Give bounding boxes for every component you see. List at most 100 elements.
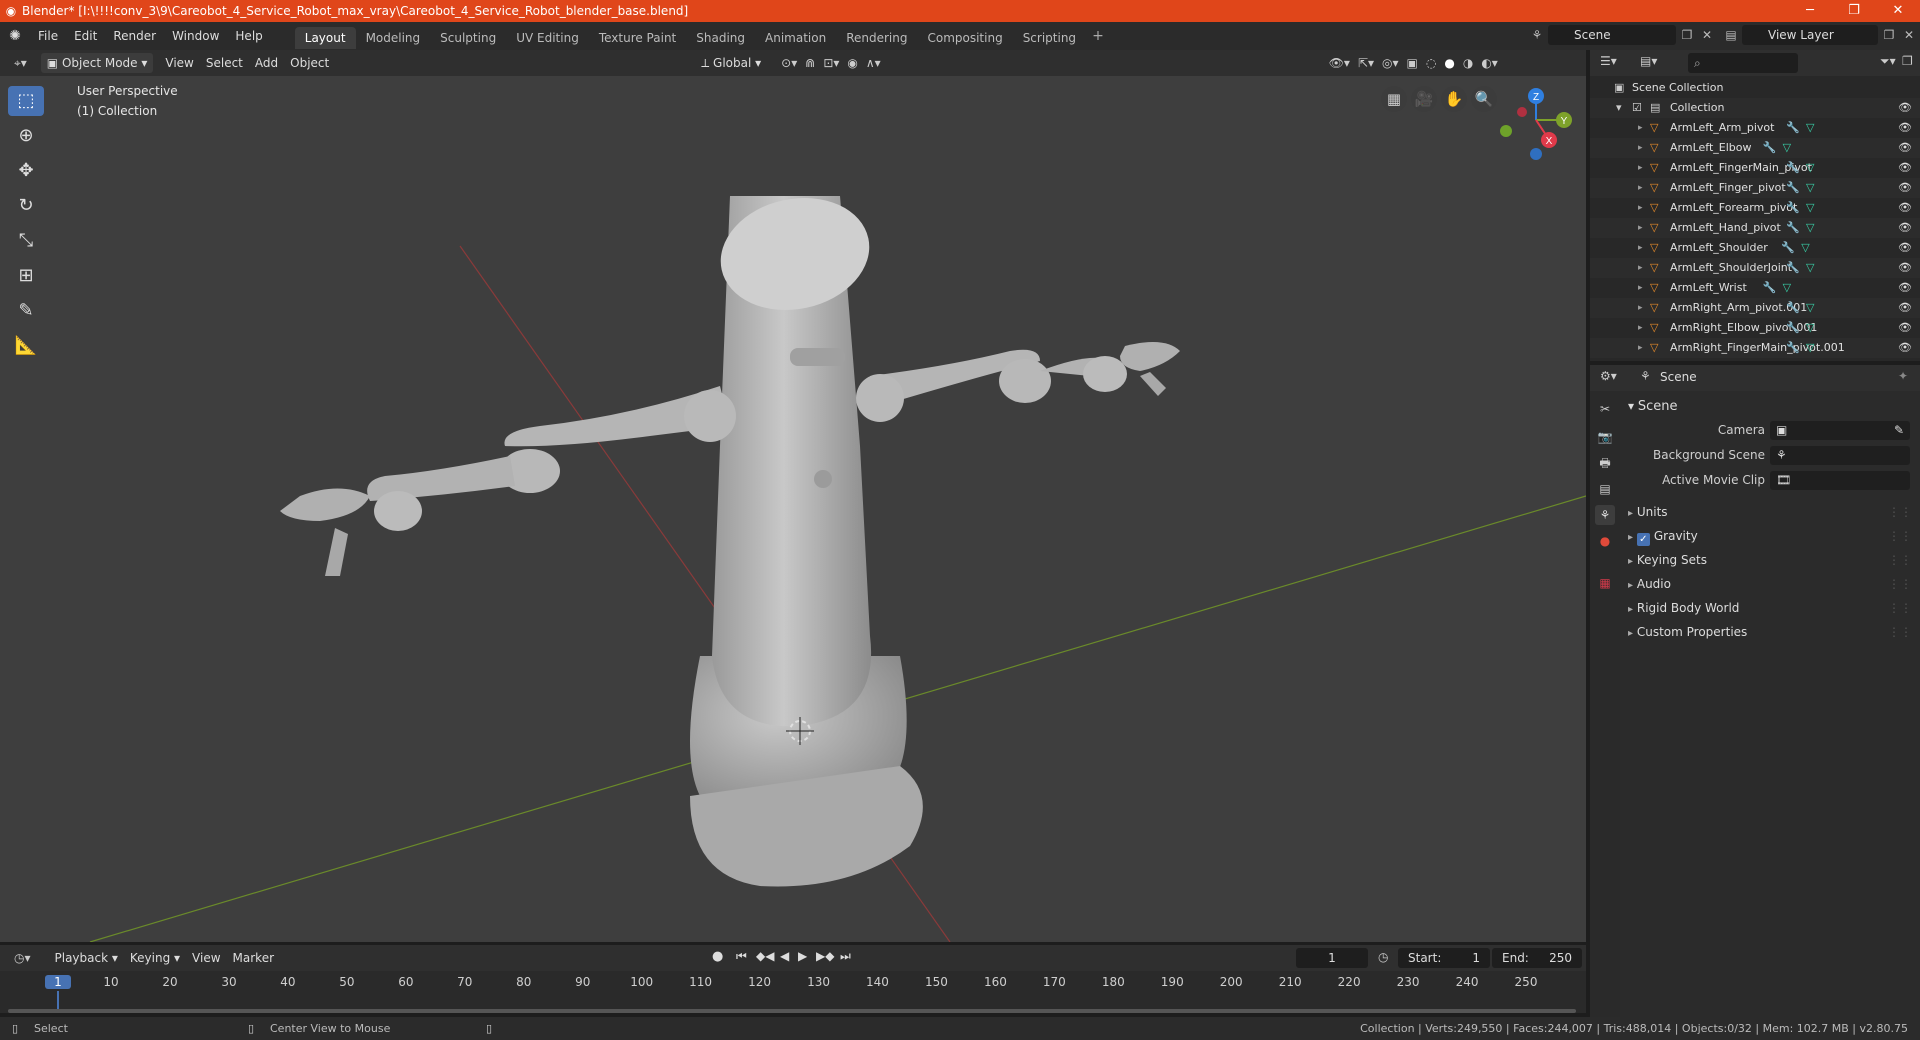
rotate-tool-icon[interactable]: ↻	[8, 191, 44, 221]
end-frame-field[interactable]: End: 250	[1492, 948, 1582, 968]
start-frame-field[interactable]: Start: 1	[1398, 948, 1490, 968]
mesh-data-icon[interactable]: ▽	[1806, 118, 1814, 138]
panel-expand-icon[interactable]: ▸	[1628, 604, 1633, 615]
panel-expand-icon[interactable]: ▸	[1628, 628, 1633, 639]
gizmo-neg-x-axis[interactable]	[1517, 107, 1527, 117]
visibility-eye-icon[interactable]: 👁	[1898, 98, 1912, 118]
expand-arrow-icon[interactable]: ▸	[1638, 118, 1643, 138]
modifier-icon[interactable]: 🔧	[1786, 318, 1800, 338]
viewport-menu-select[interactable]: Select	[200, 53, 249, 73]
viewport-menu-view[interactable]: View	[159, 53, 199, 73]
panel-expand-icon[interactable]: ▸	[1628, 556, 1633, 567]
preview-range-icon[interactable]: ◷	[1378, 950, 1388, 964]
visibility-eye-icon[interactable]: 👁	[1898, 158, 1912, 178]
expand-arrow-icon[interactable]: ▸	[1638, 238, 1643, 258]
visibility-eye-icon[interactable]: 👁	[1898, 178, 1912, 198]
visibility-eye-icon[interactable]: 👁	[1898, 258, 1912, 278]
timeline-area[interactable]: 1 10 20 30 40 50 60 70 80 90 100 110 120 130 140 150 160…	[0, 971, 1586, 1013]
select-box-tool-icon[interactable]: ⬚	[8, 86, 44, 116]
mesh-data-icon[interactable]: ▽	[1806, 258, 1814, 278]
xray-icon[interactable]: ▣	[1403, 56, 1422, 70]
visibility-eye-icon[interactable]: 👁	[1898, 338, 1912, 358]
outliner-object-row[interactable]: ▸ ▽ ArmLeft_Arm_pivot 👁 🔧 ▽	[1590, 118, 1920, 138]
outliner-object-row[interactable]: ▸ ▽ ArmLeft_Finger_pivot 👁 🔧 ▽	[1590, 178, 1920, 198]
menu-edit[interactable]: Edit	[66, 22, 105, 50]
outliner-object-row[interactable]: ▸ ▽ ArmLeft_Hand_pivot 👁 🔧 ▽	[1590, 218, 1920, 238]
outliner-object-row[interactable]: ▸ ▽ ArmLeft_Forearm_pivot 👁 🔧 ▽	[1590, 198, 1920, 218]
tab-modeling[interactable]: Modeling	[356, 27, 431, 49]
modifier-icon[interactable]: 🔧	[1786, 258, 1800, 278]
jump-start-icon[interactable]: ⏮	[736, 949, 747, 964]
timeline-editor-type-icon[interactable]: ◷▾	[10, 951, 35, 965]
camera-field[interactable]: ▣ ✎	[1770, 421, 1910, 440]
gravity-checkbox[interactable]: ✓	[1636, 533, 1650, 546]
collection-checkbox[interactable]: ☑	[1632, 98, 1642, 118]
tab-texture-paint[interactable]: Texture Paint	[589, 27, 686, 49]
world-tab-icon[interactable]: ●	[1595, 531, 1615, 551]
toggle-view-grid-icon[interactable]: ▦	[1381, 86, 1407, 112]
falloff-icon[interactable]: ∧▾	[862, 56, 885, 70]
expand-arrow-icon[interactable]: ▸	[1638, 138, 1643, 158]
active-movie-clip-field[interactable]: 🎞	[1770, 471, 1910, 490]
next-keyframe-icon[interactable]: ▶◆	[816, 949, 834, 963]
annotate-tool-icon[interactable]: ✎	[8, 296, 44, 326]
tab-scripting[interactable]: Scripting	[1013, 27, 1086, 49]
tab-uv-editing[interactable]: UV Editing	[506, 27, 589, 49]
menu-render[interactable]: Render	[105, 22, 164, 50]
panel-custom-properties[interactable]: ▸ Custom Properties ⋮⋮	[1620, 621, 1920, 643]
proportional-editing-icon[interactable]: ◉	[843, 56, 861, 70]
wireframe-shading-icon[interactable]: ◌	[1422, 56, 1440, 70]
filter-icon[interactable]: ⏷▾	[1880, 54, 1896, 69]
play-icon[interactable]: ▶	[798, 949, 807, 963]
pivot-point-icon[interactable]: ⊙▾	[777, 56, 801, 70]
outliner-object-row[interactable]: ▸ ▽ ArmRight_Arm_pivot.001 👁 🔧 ▽	[1590, 298, 1920, 318]
tab-layout[interactable]: Layout	[294, 26, 356, 49]
outliner-search-input[interactable]: ⌕	[1688, 53, 1798, 73]
robot-model[interactable]	[280, 185, 1180, 887]
scene-selector[interactable]: Scene	[1548, 25, 1676, 45]
rendered-shading-icon[interactable]: ◐▾	[1477, 56, 1502, 70]
mesh-data-icon[interactable]: ▽	[1806, 198, 1814, 218]
prev-keyframe-icon[interactable]: ◆◀	[756, 949, 774, 963]
outliner-panel[interactable]: ▣ Scene Collection ▾ ☑ ▤ Collection 👁 ▸ ▽…	[1590, 76, 1920, 361]
play-reverse-icon[interactable]: ◀	[780, 949, 789, 963]
viewport-menu-object[interactable]: Object	[284, 53, 335, 73]
modifier-icon[interactable]: 🔧	[1763, 138, 1777, 158]
visibility-eye-icon[interactable]: 👁	[1898, 138, 1912, 158]
timeline-menu-marker[interactable]: Marker	[227, 948, 280, 968]
mesh-data-icon[interactable]: ▽	[1806, 178, 1814, 198]
3d-viewport[interactable]: Z Y X User Perspective (1) Collection ⬚ …	[0, 76, 1586, 942]
camera-view-icon[interactable]: 🎥	[1411, 86, 1437, 112]
mesh-data-icon[interactable]: ▽	[1783, 278, 1791, 298]
display-mode-icon[interactable]: ▤▾	[1640, 54, 1657, 68]
drag-handle-icon[interactable]: ⋮⋮	[1888, 597, 1912, 619]
timeline-scrollbar[interactable]	[8, 1009, 1576, 1013]
modifier-icon[interactable]: 🔧	[1781, 238, 1795, 258]
view-layer-tab-icon[interactable]: ▤	[1595, 479, 1615, 499]
expand-arrow-icon[interactable]: ▸	[1638, 218, 1643, 238]
pan-view-icon[interactable]: ✋	[1441, 86, 1467, 112]
blender-menu-icon[interactable]: ✺	[0, 28, 30, 44]
visibility-eye-icon[interactable]: 👁	[1898, 118, 1912, 138]
visibility-eye-icon[interactable]: 👁	[1898, 238, 1912, 258]
move-tool-icon[interactable]: ✥	[8, 156, 44, 186]
mesh-data-icon[interactable]: ▽	[1806, 158, 1814, 178]
scene-tab-icon[interactable]: ⚘	[1595, 505, 1615, 525]
expand-arrow-icon[interactable]: ▸	[1638, 178, 1643, 198]
drag-handle-icon[interactable]: ⋮⋮	[1888, 525, 1912, 547]
timeline-menu-view[interactable]: View	[186, 948, 226, 968]
outliner-object-row[interactable]: ▸ ▽ ArmRight_FingerMain_pivot.001 👁 🔧 ▽	[1590, 338, 1920, 358]
outliner-object-row[interactable]: ▸ ▽ ArmLeft_Shoulder 👁 🔧 ▽	[1590, 238, 1920, 258]
snap-icon[interactable]: ⋒	[801, 56, 819, 70]
mesh-data-icon[interactable]: ▽	[1806, 218, 1814, 238]
output-tab-icon[interactable]: 🖶	[1595, 453, 1615, 473]
texture-tab-icon[interactable]: ▦	[1595, 573, 1615, 593]
expand-arrow-icon[interactable]: ▸	[1638, 318, 1643, 338]
close-button[interactable]: ✕	[1876, 0, 1920, 22]
drag-handle-icon[interactable]: ⋮⋮	[1888, 621, 1912, 643]
properties-editor-type-icon[interactable]: ⚙▾	[1600, 369, 1617, 383]
modifier-icon[interactable]: 🔧	[1786, 118, 1800, 138]
expand-arrow-icon[interactable]: ▸	[1638, 198, 1643, 218]
modifier-icon[interactable]: 🔧	[1786, 338, 1800, 358]
tool-tab-icon[interactable]: ✂	[1595, 399, 1615, 419]
